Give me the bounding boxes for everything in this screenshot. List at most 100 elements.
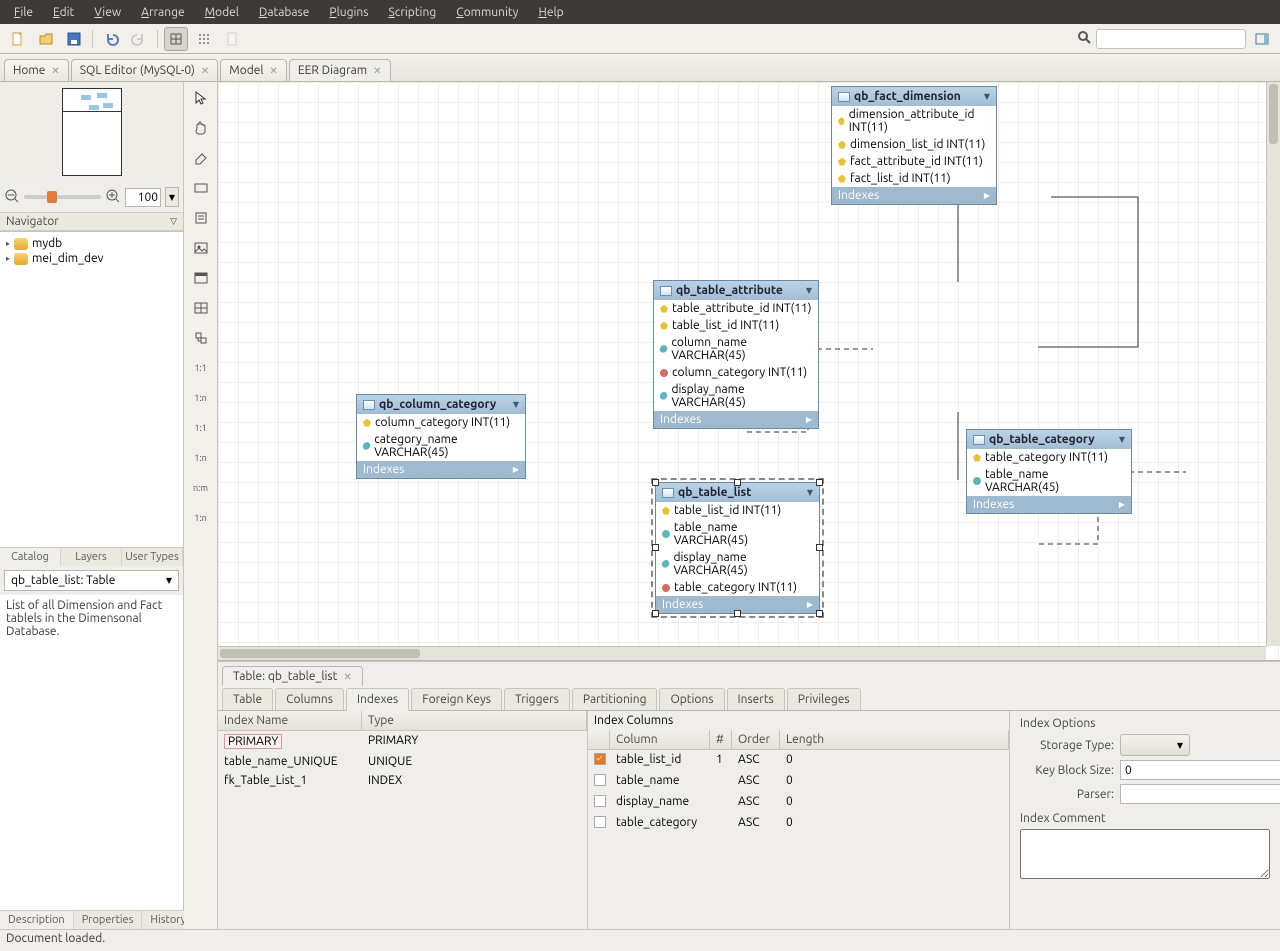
col-header-column[interactable]: Column — [610, 730, 710, 749]
index-list[interactable]: Index Name Type PRIMARYPRIMARYtable_name… — [218, 711, 588, 929]
col-header-index-type[interactable]: Type — [362, 711, 587, 730]
entity-qb-table-list[interactable]: qb_table_list▼ table_list_id INT(11)tabl… — [655, 482, 820, 614]
menubar[interactable]: FileEditViewArrangeModelDatabasePluginsS… — [0, 0, 1280, 24]
storage-type-dropdown[interactable]: ▼ — [1120, 734, 1190, 756]
diagram-canvas[interactable]: qb_fact_dimension▼ dimension_attribute_i… — [218, 82, 1280, 661]
checkbox[interactable] — [594, 795, 606, 807]
minimap[interactable] — [0, 82, 183, 182]
column-row[interactable]: fact_attribute_id INT(11) — [832, 153, 996, 170]
menu-arrange[interactable]: Arrange — [131, 6, 194, 19]
zoom-in-icon[interactable] — [105, 188, 121, 207]
menu-scripting[interactable]: Scripting — [378, 6, 446, 19]
column-row[interactable]: dimension_list_id INT(11) — [832, 136, 996, 153]
pointer-tool-icon[interactable] — [191, 88, 211, 108]
new-file-icon[interactable] — [6, 27, 30, 51]
close-icon[interactable]: ✕ — [343, 671, 351, 683]
editor-tab-inserts[interactable]: Inserts — [727, 688, 785, 710]
chevron-down-icon[interactable]: ▼ — [513, 400, 519, 409]
column-row[interactable]: display_name VARCHAR(45) — [656, 549, 819, 579]
key-block-size-input[interactable] — [1120, 760, 1280, 780]
index-row[interactable]: fk_Table_List_1INDEX — [218, 771, 587, 790]
column-row[interactable]: column_category INT(11) — [357, 414, 525, 431]
index-column-row[interactable]: table_nameASC0 — [588, 771, 1009, 792]
doc-tab[interactable]: Model✕ — [220, 59, 287, 81]
search-icon[interactable] — [1076, 29, 1092, 48]
menu-plugins[interactable]: Plugins — [319, 6, 378, 19]
col-header-index-name[interactable]: Index Name — [218, 711, 362, 730]
object-selector[interactable]: qb_table_list: Table ▼ — [4, 570, 179, 591]
rel-n-m-icon[interactable]: n:m — [191, 478, 211, 498]
zoom-dropdown[interactable]: ▼ — [165, 187, 179, 207]
search-input[interactable] — [1096, 29, 1246, 49]
column-row[interactable]: table_list_id INT(11) — [654, 317, 818, 334]
col-header-num[interactable]: # — [710, 730, 732, 749]
object-description[interactable]: List of all Dimension and Fact tablels i… — [0, 595, 183, 910]
doc-tab[interactable]: SQL Editor (MySQL-0)✕ — [71, 59, 219, 81]
redo-icon[interactable] — [127, 27, 151, 51]
zoom-slider[interactable] — [24, 195, 101, 199]
page-icon[interactable] — [220, 27, 244, 51]
editor-tab-triggers[interactable]: Triggers — [504, 688, 570, 710]
expand-icon[interactable]: ▸ — [6, 239, 10, 248]
save-icon[interactable] — [62, 27, 86, 51]
column-row[interactable]: category_name VARCHAR(45) — [357, 431, 525, 461]
canvas-scrollbar-horizontal[interactable] — [218, 646, 1266, 660]
close-icon[interactable]: ✕ — [270, 65, 278, 77]
column-row[interactable]: column_category INT(11) — [654, 364, 818, 381]
editor-tab-options[interactable]: Options — [659, 688, 724, 710]
index-row[interactable]: table_name_UNIQUEUNIQUE — [218, 752, 587, 771]
doc-tab[interactable]: Home✕ — [4, 59, 69, 81]
menu-help[interactable]: Help — [528, 6, 573, 19]
routine-tool-icon[interactable] — [191, 328, 211, 348]
entity-qb-column-category[interactable]: qb_column_category▼ column_category INT(… — [356, 394, 526, 479]
column-row[interactable]: table_category INT(11) — [656, 579, 819, 596]
column-row[interactable]: column_name VARCHAR(45) — [654, 334, 818, 364]
index-column-row[interactable]: display_nameASC0 — [588, 792, 1009, 813]
layer-tool-icon[interactable] — [191, 178, 211, 198]
eraser-tool-icon[interactable] — [191, 148, 211, 168]
open-file-icon[interactable] — [34, 27, 58, 51]
close-icon[interactable]: ✕ — [201, 65, 209, 77]
checkbox[interactable] — [594, 753, 606, 765]
expand-icon[interactable]: ▸ — [6, 254, 10, 263]
chevron-down-icon[interactable]: ▼ — [806, 286, 812, 295]
catalog-tab-catalog[interactable]: Catalog — [0, 548, 61, 566]
editor-tab-privileges[interactable]: Privileges — [787, 688, 861, 710]
chevron-down-icon[interactable]: ▼ — [1119, 435, 1125, 444]
column-row[interactable]: table_category INT(11) — [967, 449, 1131, 466]
image-tool-icon[interactable] — [191, 238, 211, 258]
editor-tab-partitioning[interactable]: Partitioning — [572, 688, 658, 710]
column-row[interactable]: table_name VARCHAR(45) — [967, 466, 1131, 496]
index-comment-input[interactable] — [1020, 829, 1270, 879]
sidebar-toggle-icon[interactable] — [1250, 27, 1274, 51]
navigator-header[interactable]: Navigator ▽ — [0, 212, 183, 231]
note-tool-icon[interactable] — [191, 208, 211, 228]
column-row[interactable]: dimension_attribute_id INT(11) — [832, 106, 996, 136]
table-tool-icon[interactable] — [191, 268, 211, 288]
chevron-down-icon[interactable]: ▼ — [984, 92, 990, 101]
entity-qb-table-category[interactable]: qb_table_category▼ table_category INT(11… — [966, 429, 1132, 514]
rel-1-1-nonident-icon[interactable]: 1:1 — [191, 418, 211, 438]
menu-community[interactable]: Community — [446, 6, 528, 19]
index-column-row[interactable]: table_list_id1ASC0 — [588, 750, 1009, 771]
menu-database[interactable]: Database — [249, 6, 320, 19]
catalog-tab-layers[interactable]: Layers — [61, 548, 122, 566]
canvas-scrollbar-vertical[interactable] — [1266, 82, 1280, 646]
zoom-value[interactable]: 100 — [125, 188, 161, 207]
catalog-tab-user-types[interactable]: User Types — [122, 548, 183, 566]
grid-icon[interactable] — [192, 27, 216, 51]
menu-view[interactable]: View — [84, 6, 131, 19]
close-icon[interactable]: ✕ — [51, 65, 59, 77]
desc-tab-properties[interactable]: Properties — [74, 911, 143, 929]
editor-tab-foreign-keys[interactable]: Foreign Keys — [411, 688, 502, 710]
schema-item[interactable]: ▸mydb — [6, 236, 177, 251]
entity-qb-fact-dimension[interactable]: qb_fact_dimension▼ dimension_attribute_i… — [831, 86, 997, 205]
rel-1-n-nonident-icon[interactable]: 1:n — [191, 448, 211, 468]
editor-tab[interactable]: Table: qb_table_list ✕ — [222, 666, 363, 686]
rel-1-n-existing-icon[interactable]: 1:n — [191, 508, 211, 528]
index-row[interactable]: PRIMARYPRIMARY — [218, 731, 587, 752]
doc-tab[interactable]: EER Diagram✕ — [289, 59, 391, 81]
chevron-down-icon[interactable]: ▼ — [807, 488, 813, 497]
index-columns[interactable]: Index Columns Column # Order Length tabl… — [588, 711, 1010, 929]
parser-input[interactable] — [1120, 784, 1280, 804]
